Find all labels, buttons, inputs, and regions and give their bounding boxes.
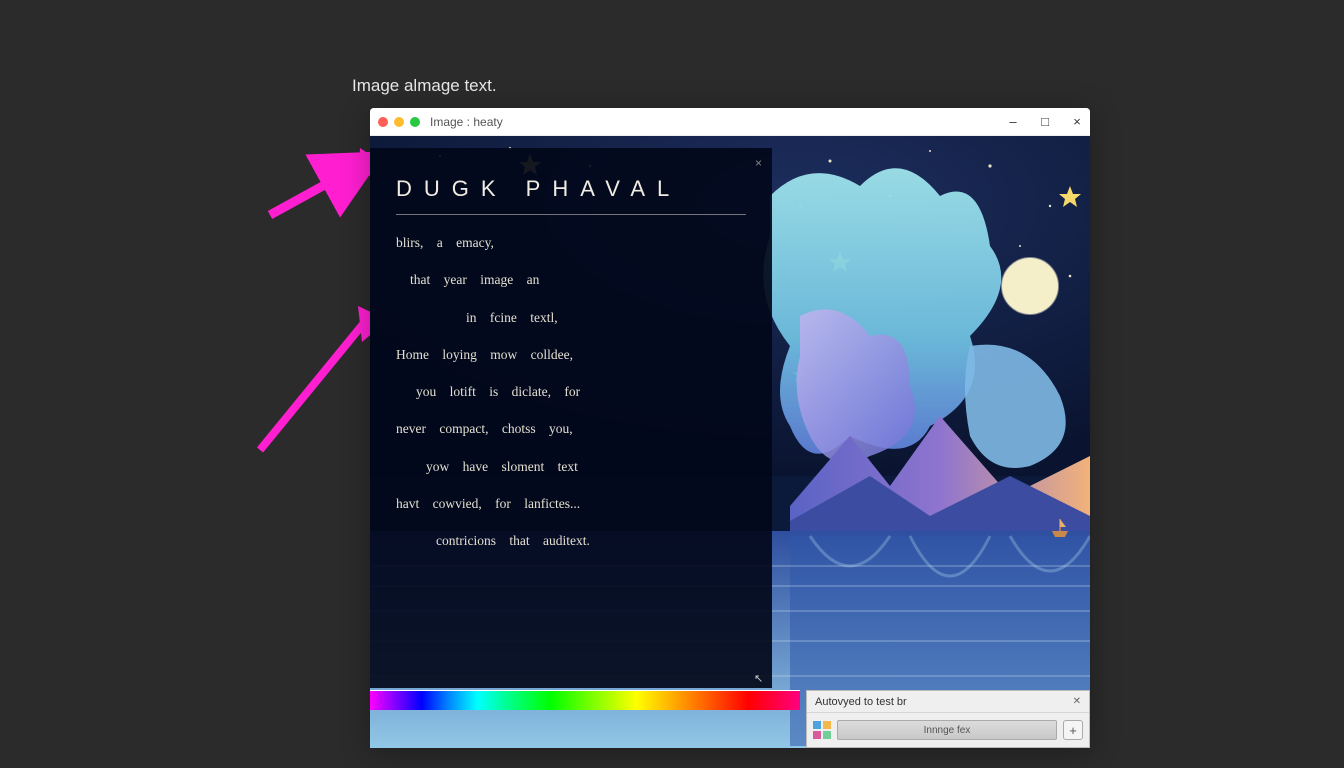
poem-line: never compact, chotss you, bbox=[396, 419, 746, 439]
poem-line: blirs, a emacy, bbox=[396, 233, 746, 253]
task-input[interactable]: Innnge fex bbox=[837, 720, 1057, 740]
poem-line: Home loying mow colldee, bbox=[396, 345, 746, 365]
poem-line: you lotift is diclate, for bbox=[396, 382, 746, 402]
annotation-arrow-2 bbox=[250, 300, 390, 460]
task-add-button[interactable]: + bbox=[1063, 720, 1083, 740]
task-panel-close-icon[interactable]: ✕ bbox=[1073, 696, 1081, 707]
maximize-traffic-icon[interactable] bbox=[410, 117, 420, 127]
poem-line: yow have sloment text bbox=[396, 457, 746, 477]
minimize-traffic-icon[interactable] bbox=[394, 117, 404, 127]
page-caption: Image almage text. bbox=[352, 76, 497, 96]
cursor-icon: ↖ bbox=[754, 672, 763, 685]
poem-line: in fcine textl, bbox=[396, 308, 746, 328]
task-panel: Autovyed to test br ✕ Innnge fex + bbox=[806, 690, 1090, 748]
task-panel-title: Autovyed to test br bbox=[815, 696, 907, 708]
canvas-area: × DUGK PHAVAL blirs, a emacy, that year … bbox=[370, 136, 1090, 748]
task-panel-body: Innnge fex + bbox=[807, 713, 1089, 747]
app-logo-icon bbox=[813, 721, 831, 739]
titlebar: Image : heaty – □ × bbox=[370, 108, 1090, 136]
app-window: Image : heaty – □ × bbox=[370, 108, 1090, 748]
traffic-lights bbox=[378, 117, 420, 127]
window-title: Image : heaty bbox=[430, 115, 503, 129]
close-button[interactable]: × bbox=[1070, 115, 1084, 129]
close-traffic-icon[interactable] bbox=[378, 117, 388, 127]
overlay-title: DUGK PHAVAL bbox=[396, 176, 746, 215]
minimize-button[interactable]: – bbox=[1006, 115, 1020, 129]
poem-body: blirs, a emacy, that year image an in fc… bbox=[396, 233, 746, 551]
task-panel-header: Autovyed to test br ✕ bbox=[807, 691, 1089, 713]
text-overlay-panel: × DUGK PHAVAL blirs, a emacy, that year … bbox=[370, 148, 772, 688]
window-controls: – □ × bbox=[1006, 108, 1084, 135]
poem-line: havt cowvied, for lanfictes... bbox=[396, 494, 746, 514]
poem-line: that year image an bbox=[396, 270, 746, 290]
overlay-close-icon[interactable]: × bbox=[755, 156, 762, 170]
maximize-button[interactable]: □ bbox=[1038, 115, 1052, 129]
poem-line: contricions that auditext. bbox=[396, 531, 746, 551]
color-spectrum-bar[interactable] bbox=[370, 690, 800, 710]
